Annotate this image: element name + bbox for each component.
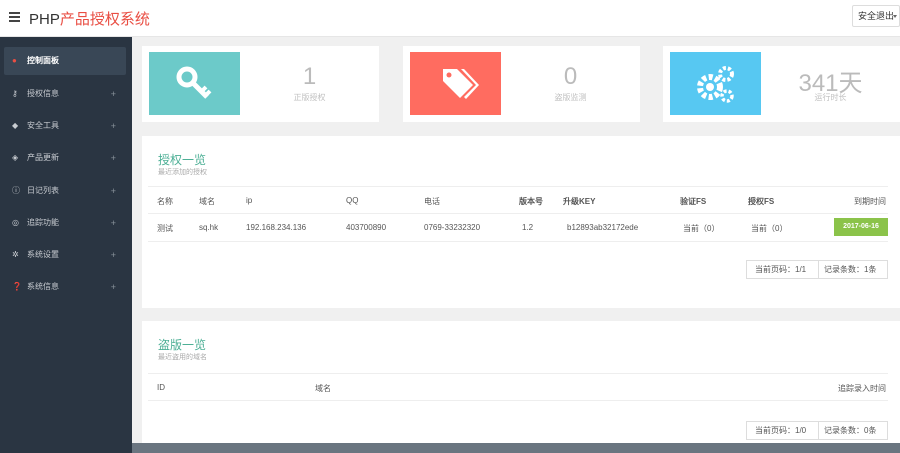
page-indicator[interactable]: 当前页码：1/1 [755, 261, 806, 278]
cell-qq: 403700890 [346, 223, 387, 232]
col-verify-fs: 验证FS [680, 197, 707, 206]
shield-icon: ◆ [12, 121, 19, 130]
key-icon: ⚷ [12, 89, 18, 98]
gears-icon: ✲ [12, 250, 19, 259]
col-domain: 域名 [199, 197, 215, 206]
cell-upgrade-key: b12893ab32172ede [567, 223, 639, 232]
tags-icon [443, 69, 479, 99]
stat-card-uptime: 341天 运行时长 [663, 46, 900, 122]
col-ip: ip [246, 196, 253, 205]
cell-auth-fs: 当前（0） [751, 224, 788, 233]
gears-icon [697, 66, 734, 103]
expand-icon: + [110, 218, 116, 228]
footer-bar [132, 443, 900, 453]
cell-phone: 0769-33232320 [424, 223, 481, 232]
sidebar-item-label: 安全工具 [27, 121, 59, 130]
cell-domain: sq.hk [199, 223, 219, 232]
sidebar-item-system-info[interactable]: ❓ 系统信息 + [4, 273, 126, 301]
expand-icon: + [110, 153, 116, 163]
cell-name: 测试 [157, 224, 173, 233]
stat-value: 0 [563, 63, 578, 90]
sidebar-item-tracking[interactable]: ◎ 追踪功能 + [4, 209, 126, 237]
divider [148, 186, 888, 187]
logout-label: 安全退出 [858, 11, 895, 21]
divider [148, 213, 888, 214]
brand-title[interactable]: PHP产品授权系统 [29, 8, 150, 29]
divider [818, 261, 819, 278]
sidebar: ● 控制面板 ⚷ 授权信息 + ◆ 安全工具 + ◈ 产品更新 + ⓘ 日记列表… [0, 37, 132, 453]
expand-icon: + [110, 121, 116, 131]
record-count[interactable]: 记录条数：0条 [824, 422, 876, 439]
panel-title: 授权一览 [158, 153, 207, 167]
col-name: 名称 [157, 197, 173, 206]
divider [148, 373, 888, 374]
expand-icon: + [110, 282, 116, 292]
stat-caption: 正版授权 [293, 93, 326, 102]
sidebar-item-label: 产品更新 [27, 153, 59, 162]
pagination: 当前页码：1/0 记录条数：0条 [746, 421, 888, 440]
stat-caption: 运行时长 [814, 93, 847, 102]
menu-toggle-icon[interactable] [9, 12, 20, 22]
col-phone: 电话 [424, 197, 440, 206]
key-icon [176, 66, 212, 99]
col-auth-fs: 授权FS [748, 197, 775, 206]
panel-subtitle: 最近添加的授权 [158, 169, 207, 176]
sidebar-item-log-list[interactable]: ⓘ 日记列表 + [4, 177, 126, 205]
col-upgrade-key: 升级KEY [563, 197, 596, 206]
stat-tile [410, 52, 501, 115]
stat-card-piracy: 0 盗版监测 [403, 46, 640, 122]
sidebar-item-label: 追踪功能 [27, 218, 59, 227]
cell-ip: 192.168.234.136 [246, 223, 307, 232]
brand-name: 产品授权系统 [59, 11, 150, 28]
sidebar-item-dashboard[interactable]: ● 控制面板 [4, 47, 126, 75]
panel-subtitle: 最近盗用的域名 [158, 354, 207, 361]
sidebar-item-label: 系统信息 [27, 282, 59, 291]
sidebar-item-security-tools[interactable]: ◆ 安全工具 + [4, 112, 126, 140]
expand-icon: + [110, 89, 116, 99]
col-domain: 域名 [315, 384, 331, 393]
stat-tile [149, 52, 240, 115]
target-icon: ◎ [12, 218, 19, 227]
sidebar-item-label: 授权信息 [27, 89, 59, 98]
cell-verify-fs: 当前（0） [683, 224, 720, 233]
cell-version: 1.2 [522, 223, 534, 232]
info-icon: ⓘ [12, 186, 20, 195]
tags-icon: ◈ [12, 153, 19, 162]
stat-caption: 盗版监测 [554, 93, 587, 102]
sidebar-item-license-info[interactable]: ⚷ 授权信息 + [4, 80, 126, 108]
caret-down-icon [893, 15, 897, 18]
sidebar-item-product-update[interactable]: ◈ 产品更新 + [4, 144, 126, 172]
page-indicator[interactable]: 当前页码：1/0 [755, 422, 806, 439]
license-panel: 授权一览 最近添加的授权 名称 域名 ip QQ 电话 版本号 升级KEY 验证… [142, 136, 900, 308]
divider [148, 400, 888, 401]
col-version: 版本号 [519, 197, 543, 206]
col-expire: 到期时间 [854, 197, 886, 206]
expand-icon: + [110, 186, 116, 196]
col-track-time: 追踪录入时间 [838, 384, 886, 393]
piracy-panel: 盗版一览 最近盗用的域名 ID 域名 追踪录入时间 当前页码：1/0 记录条数：… [142, 321, 900, 443]
divider [148, 241, 888, 242]
expire-date-badge: 2017-06-16 [834, 218, 888, 236]
brand-prefix: PHP [29, 11, 60, 28]
question-icon: ❓ [12, 282, 22, 291]
expand-icon: + [110, 250, 116, 260]
top-navbar: PHP产品授权系统 安全退出 [0, 0, 900, 37]
stat-value: 1 [302, 63, 317, 90]
sidebar-item-label: 控制面板 [27, 56, 59, 65]
record-count[interactable]: 记录条数：1条 [824, 261, 876, 278]
stat-card-licenses: 1 正版授权 [142, 46, 379, 122]
col-id: ID [157, 383, 165, 392]
logout-button[interactable]: 安全退出 [852, 5, 900, 27]
sidebar-item-label: 日记列表 [27, 186, 59, 195]
panel-title: 盗版一览 [158, 338, 207, 352]
sidebar-item-system-settings[interactable]: ✲ 系统设置 + [4, 241, 126, 269]
pagination: 当前页码：1/1 记录条数：1条 [746, 260, 888, 279]
sidebar-item-label: 系统设置 [27, 250, 59, 259]
col-qq: QQ [346, 196, 359, 205]
dashboard-icon: ● [12, 56, 17, 65]
stat-tile [670, 52, 761, 115]
divider [818, 422, 819, 439]
